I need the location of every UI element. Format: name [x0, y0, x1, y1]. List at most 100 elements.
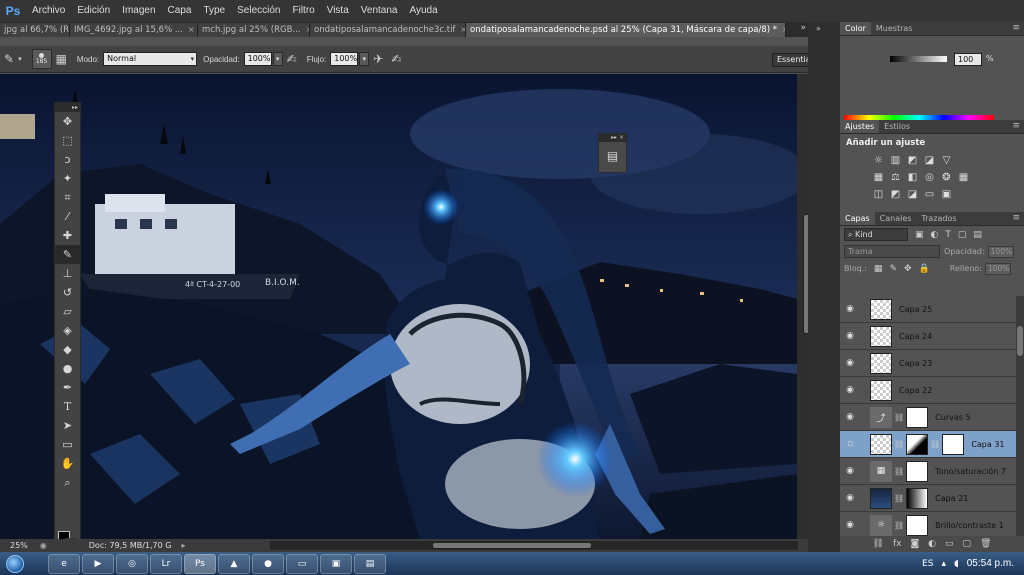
vector-mask-thumbnail[interactable] — [942, 433, 965, 455]
flow-input[interactable]: 100% — [330, 52, 359, 66]
tool-preset-arrow-icon[interactable]: ▾ — [18, 55, 22, 63]
levels-icon[interactable]: ▥ — [887, 154, 904, 167]
color-balance-icon[interactable]: ⚖ — [887, 171, 904, 184]
panel-menu-icon[interactable]: ≡ — [1012, 212, 1024, 225]
invert-icon[interactable]: ◫ — [870, 188, 887, 201]
taskbar-media-icon[interactable]: ▶ — [82, 553, 114, 574]
fill-input[interactable]: 100% — [984, 262, 1011, 275]
layer-opacity-input[interactable]: 100% — [987, 245, 1014, 258]
lock-position-icon[interactable]: ✥ — [904, 264, 912, 274]
opacity-dropdown[interactable]: ▾ — [272, 52, 283, 66]
taskbar-ie-icon[interactable]: e — [48, 553, 80, 574]
filter-pixel-icon[interactable]: ▣ — [915, 230, 924, 240]
filter-type-icon[interactable]: T — [945, 230, 951, 240]
menu-seleccion[interactable]: Selección — [231, 0, 286, 22]
curves-icon[interactable]: ◩ — [904, 154, 921, 167]
panel-menu-icon[interactable]: ≡ — [1012, 120, 1024, 133]
link-icon[interactable]: ⛓ — [894, 440, 904, 449]
layer-row[interactable]: ◉ ⤴ ⛓ Curvas 5 — [840, 404, 1016, 431]
zoom-level[interactable]: 25% — [10, 541, 28, 550]
move-tool-icon[interactable]: ✥ — [55, 112, 80, 131]
photo-filter-icon[interactable]: ◎ — [921, 171, 938, 184]
brush-tool-icon[interactable]: ✎ — [4, 52, 14, 66]
brush-panel-toggle-icon[interactable]: ▦ — [56, 52, 67, 66]
shape-tool-icon[interactable]: ▭ — [55, 435, 80, 454]
menu-imagen[interactable]: Imagen — [116, 0, 161, 22]
history-brush-tool-icon[interactable]: ↺ — [55, 283, 80, 302]
visibility-toggle-off-icon[interactable]: ▫ — [840, 439, 860, 449]
layer-row[interactable]: ◉ Capa 24 — [840, 323, 1016, 350]
taskbar-photoshop-icon[interactable]: Ps — [184, 553, 216, 574]
new-adjustment-icon[interactable]: ◐ — [928, 539, 936, 549]
status-info-icon[interactable]: ◉ — [40, 541, 47, 550]
tab-canales[interactable]: Canales — [875, 212, 917, 225]
taskbar-window-icon[interactable]: ▭ — [286, 553, 318, 574]
close-icon[interactable]: × — [782, 23, 785, 37]
filter-adjustment-icon[interactable]: ◐ — [931, 230, 939, 240]
filter-shape-icon[interactable]: ▢ — [958, 230, 967, 240]
doc-tab[interactable]: jpg al 66,7% (RGB...× — [0, 23, 70, 37]
pressure-opacity-icon[interactable]: ✍ — [287, 52, 297, 66]
menu-type[interactable]: Type — [197, 0, 231, 22]
layer-kind-filter[interactable]: ⌕ Kind — [844, 228, 908, 241]
layer-row-selected[interactable]: ▫ ⛓ ⛓ Capa 31 — [840, 431, 1016, 458]
visibility-eye-icon[interactable]: ◉ — [840, 304, 860, 314]
marquee-tool-icon[interactable]: ⬚ — [55, 131, 80, 150]
blend-mode-select[interactable]: Trama — [844, 245, 940, 258]
eraser-tool-icon[interactable]: ▱ — [55, 302, 80, 321]
layer-row[interactable]: ◉ Capa 25 — [840, 296, 1016, 323]
tray-arrow-icon[interactable]: ▴ — [941, 559, 946, 569]
document-canvas[interactable]: 4ª CT-4-27-00 B.I.O.M. — [0, 74, 797, 539]
airbrush-icon[interactable]: ✈ — [373, 52, 383, 66]
layer-mask-thumbnail[interactable] — [906, 433, 929, 455]
visibility-eye-icon[interactable]: ◉ — [840, 412, 860, 422]
brightness-icon[interactable]: ☼ — [870, 154, 887, 167]
type-tool-icon[interactable]: T — [55, 397, 80, 416]
brush-size-preview[interactable]: 185 — [31, 49, 52, 69]
clone-stamp-tool-icon[interactable]: ⊥ — [55, 264, 80, 283]
delete-layer-icon[interactable]: 🗑 — [980, 539, 991, 549]
crop-tool-icon[interactable]: ⌗ — [55, 188, 80, 207]
panel-close-icon[interactable]: ▸▸ × — [599, 134, 626, 142]
layer-mask-thumbnail[interactable] — [906, 487, 929, 509]
layer-row[interactable]: ◉ ☼ ⛓ Brillo/contraste 1 — [840, 512, 1016, 536]
link-icon[interactable]: ⛓ — [894, 413, 904, 422]
pressure-size-icon[interactable]: ✍ — [391, 52, 401, 66]
status-menu-arrow-icon[interactable]: ▸ — [181, 541, 185, 550]
brush-presets-icon[interactable]: ▤ — [599, 149, 626, 163]
new-layer-icon[interactable]: ▢ — [963, 539, 972, 549]
new-group-icon[interactable]: ▭ — [945, 539, 954, 549]
eyedropper-tool-icon[interactable]: ⁄ — [55, 207, 80, 226]
threshold-icon[interactable]: ◪ — [904, 188, 921, 201]
visibility-eye-icon[interactable]: ◉ — [840, 385, 860, 395]
opacity-input[interactable]: 100% — [243, 52, 272, 66]
taskbar-explorer-icon[interactable]: ▤ — [354, 553, 386, 574]
channel-mixer-icon[interactable]: ❂ — [938, 171, 955, 184]
lock-all-icon[interactable]: 🔒 — [919, 264, 930, 274]
scroll-thumb[interactable] — [432, 542, 592, 549]
menu-archivo[interactable]: Archivo — [26, 0, 71, 22]
menu-filtro[interactable]: Filtro — [286, 0, 320, 22]
exposure-icon[interactable]: ◪ — [921, 154, 938, 167]
layer-row[interactable]: ◉ ▦ ⛓ Tono/saturación 7 — [840, 458, 1016, 485]
tab-ajustes[interactable]: Ajustes — [840, 120, 880, 133]
link-layers-icon[interactable]: ⛓ — [873, 539, 884, 549]
brush-tool-icon[interactable]: ✎ — [55, 245, 80, 264]
gradient-map-icon[interactable]: ▭ — [921, 188, 938, 201]
menu-ayuda[interactable]: Ayuda — [404, 0, 444, 22]
volume-icon[interactable]: ◖ — [954, 559, 959, 569]
doc-tab[interactable]: mch.jpg al 25% (RGB...× — [198, 23, 310, 37]
lock-transparent-icon[interactable]: ▦ — [874, 264, 883, 274]
layer-mask-thumbnail[interactable] — [906, 406, 929, 428]
dock-collapse-icon[interactable]: » — [808, 22, 840, 35]
tabs-overflow-icon[interactable]: » — [800, 23, 806, 33]
layer-mask-thumbnail[interactable] — [906, 460, 929, 482]
lasso-tool-icon[interactable]: ↄ — [55, 150, 80, 169]
lock-image-icon[interactable]: ✎ — [889, 264, 897, 274]
layer-row[interactable]: ◉ Capa 23 — [840, 350, 1016, 377]
menu-ventana[interactable]: Ventana — [355, 0, 404, 22]
layers-scrollbar[interactable] — [1016, 296, 1024, 536]
scroll-thumb[interactable] — [1017, 326, 1023, 356]
layer-row[interactable]: ◉ ⛓ Capa 21 — [840, 485, 1016, 512]
doc-tab-active[interactable]: ondatiposalamancadenoche.psd al 25% (Cap… — [466, 23, 786, 37]
